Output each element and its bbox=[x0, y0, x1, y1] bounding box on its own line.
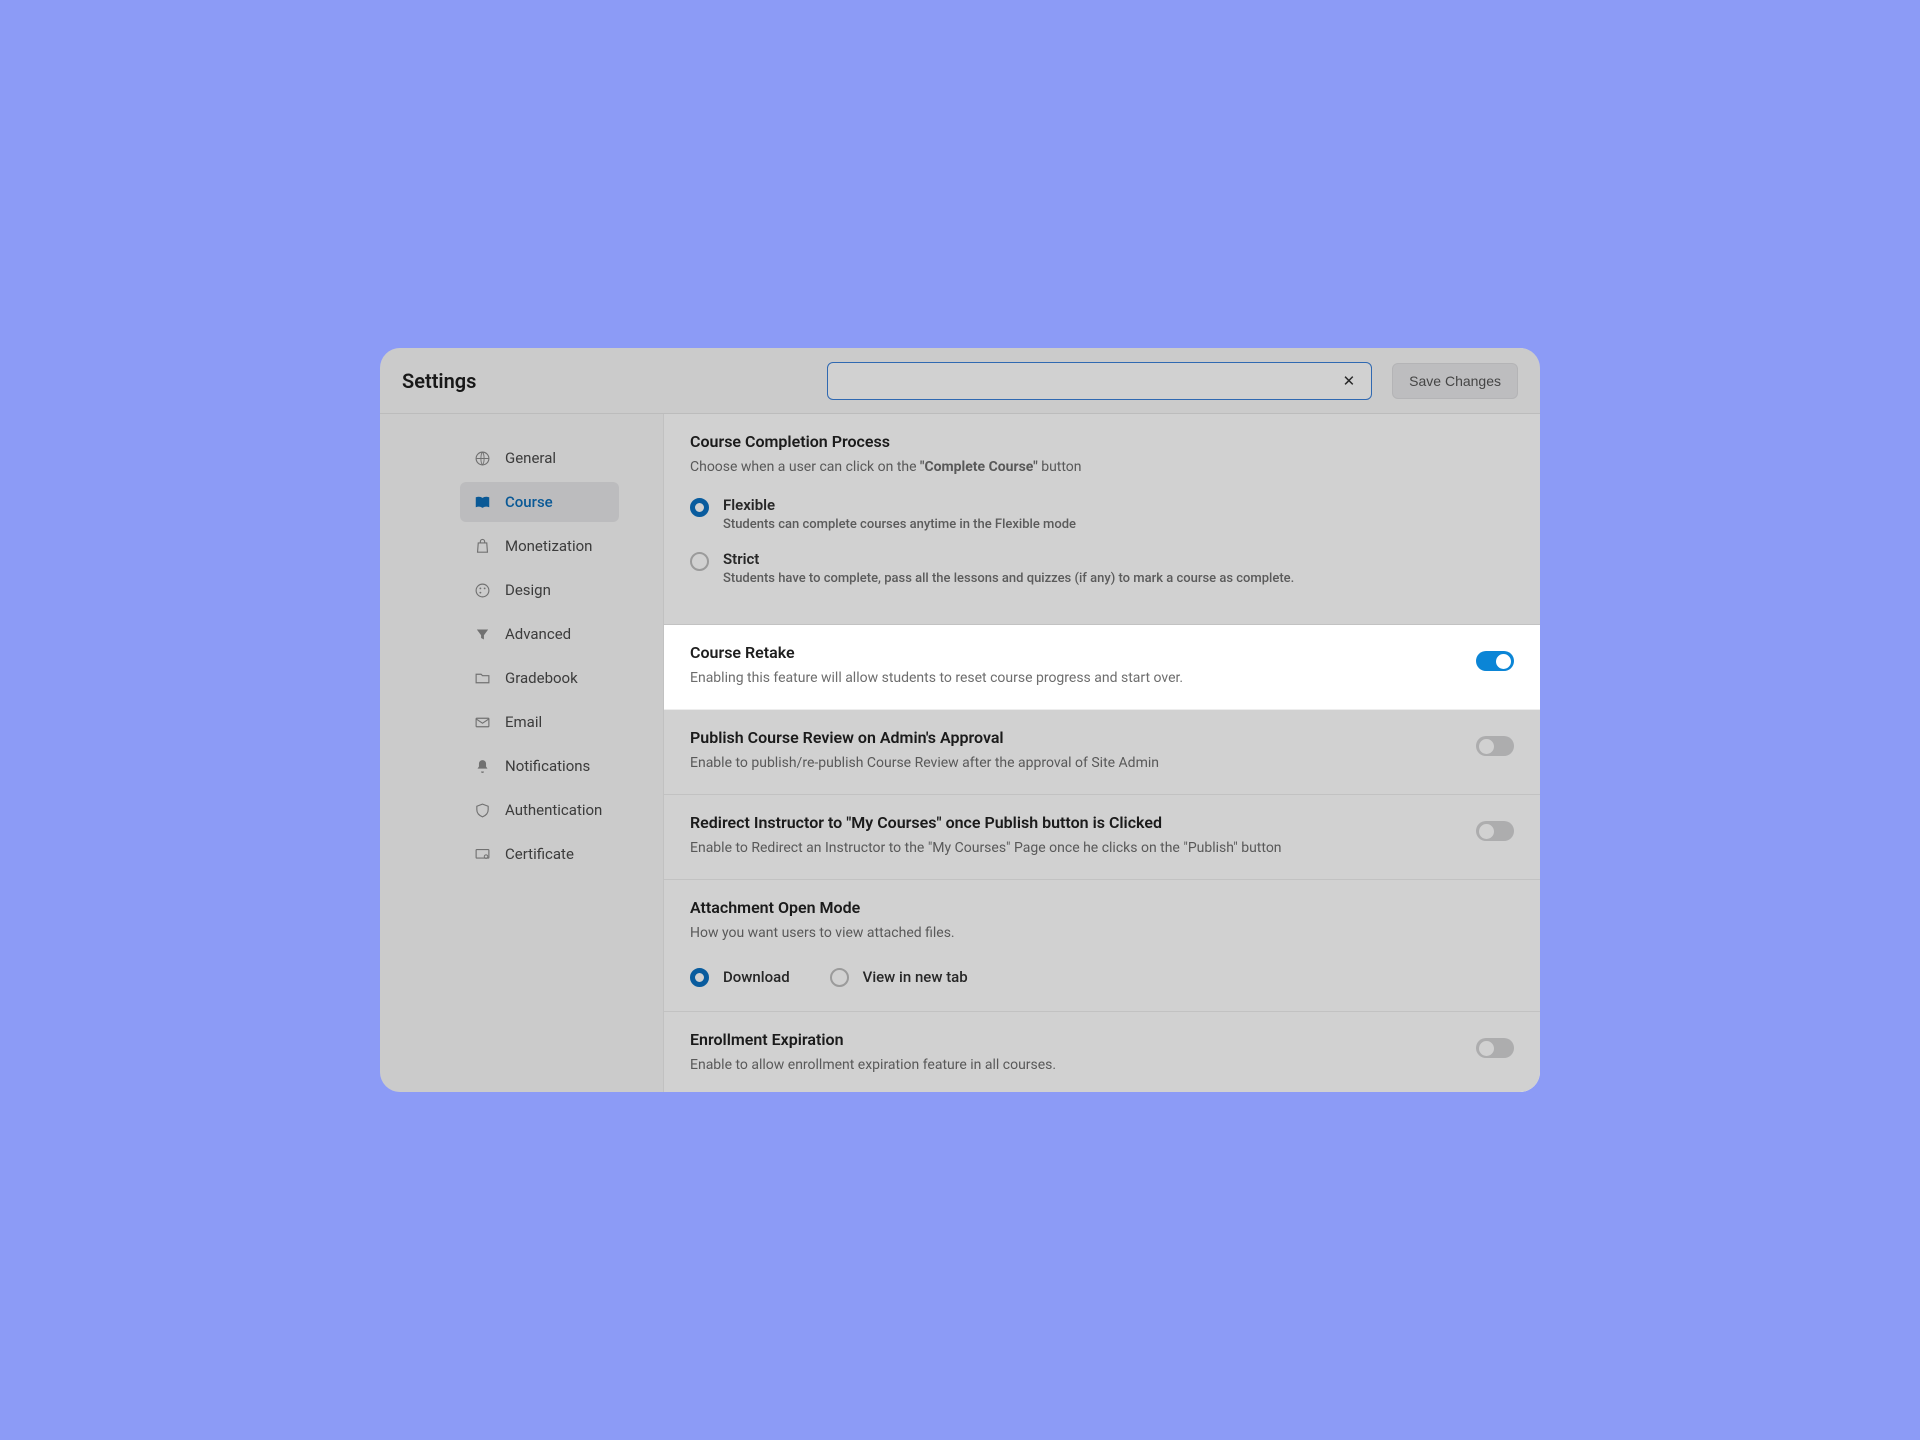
radio-flexible[interactable]: Flexible Students can complete courses a… bbox=[690, 496, 1514, 532]
sidebar-item-general[interactable]: General bbox=[460, 438, 619, 478]
sidebar-item-label: Email bbox=[505, 713, 542, 731]
sidebar-item-design[interactable]: Design bbox=[460, 570, 619, 610]
certificate-icon bbox=[474, 846, 491, 863]
sidebar-item-course[interactable]: Course bbox=[460, 482, 619, 522]
section-review: Publish Course Review on Admin's Approva… bbox=[664, 710, 1540, 795]
section-enroll: Enrollment Expiration Enable to allow en… bbox=[664, 1012, 1540, 1092]
palette-icon bbox=[474, 582, 491, 599]
toggle-enroll[interactable] bbox=[1476, 1038, 1514, 1058]
section-redirect: Redirect Instructor to "My Courses" once… bbox=[664, 795, 1540, 880]
radio-icon bbox=[690, 968, 709, 987]
sidebar-item-label: Authentication bbox=[505, 801, 602, 819]
radio-view-new-tab[interactable]: View in new tab bbox=[830, 966, 968, 987]
shield-icon bbox=[474, 802, 491, 819]
book-icon bbox=[474, 494, 491, 511]
sidebar-item-gradebook[interactable]: Gradebook bbox=[460, 658, 619, 698]
section-desc: Enable to Redirect an Instructor to the … bbox=[690, 838, 1456, 859]
section-title: Publish Course Review on Admin's Approva… bbox=[690, 728, 1456, 747]
sidebar-item-certificate[interactable]: Certificate bbox=[460, 834, 619, 874]
folder-icon bbox=[474, 670, 491, 687]
section-desc: Enable to allow enrollment expiration fe… bbox=[690, 1055, 1456, 1076]
sidebar-item-label: Notifications bbox=[505, 757, 590, 775]
section-title: Course Retake bbox=[690, 643, 1456, 662]
radio-strict[interactable]: Strict Students have to complete, pass a… bbox=[690, 550, 1514, 586]
section-desc: Enabling this feature will allow student… bbox=[690, 668, 1456, 689]
section-completion: Course Completion Process Choose when a … bbox=[664, 414, 1540, 625]
page-title: Settings bbox=[402, 369, 476, 393]
bell-icon bbox=[474, 758, 491, 775]
sidebar-item-label: Monetization bbox=[505, 537, 592, 555]
sidebar-item-label: Course bbox=[505, 493, 553, 511]
section-retake: Course Retake Enabling this feature will… bbox=[664, 625, 1540, 710]
header: Settings ✕ Save Changes bbox=[380, 348, 1540, 414]
section-title: Enrollment Expiration bbox=[690, 1030, 1456, 1049]
toggle-retake[interactable] bbox=[1476, 651, 1514, 671]
toggle-redirect[interactable] bbox=[1476, 821, 1514, 841]
search-input[interactable] bbox=[838, 373, 1336, 389]
section-desc: Enable to publish/re-publish Course Revi… bbox=[690, 753, 1456, 774]
sidebar-item-notifications[interactable]: Notifications bbox=[460, 746, 619, 786]
toggle-review[interactable] bbox=[1476, 736, 1514, 756]
sidebar-item-label: Certificate bbox=[505, 845, 574, 863]
filter-icon bbox=[474, 626, 491, 643]
mail-icon bbox=[474, 714, 491, 731]
sidebar-item-authentication[interactable]: Authentication bbox=[460, 790, 619, 830]
sidebar-item-advanced[interactable]: Advanced bbox=[460, 614, 619, 654]
radio-icon bbox=[690, 498, 709, 517]
section-attachment: Attachment Open Mode How you want users … bbox=[664, 880, 1540, 1012]
radio-icon bbox=[690, 552, 709, 571]
section-desc: Choose when a user can click on the "Com… bbox=[690, 457, 1514, 478]
search-box[interactable]: ✕ bbox=[827, 362, 1372, 400]
content: Course Completion Process Choose when a … bbox=[664, 414, 1540, 1092]
bag-icon bbox=[474, 538, 491, 555]
sidebar-item-label: Gradebook bbox=[505, 669, 578, 687]
radio-icon bbox=[830, 968, 849, 987]
globe-icon bbox=[474, 450, 491, 467]
sidebar-item-label: Design bbox=[505, 581, 551, 599]
sidebar: General Course Monetization Design bbox=[380, 414, 664, 1092]
close-icon[interactable]: ✕ bbox=[1337, 368, 1362, 394]
section-title: Attachment Open Mode bbox=[690, 898, 1514, 917]
section-title: Course Completion Process bbox=[690, 432, 1514, 451]
section-desc: How you want users to view attached file… bbox=[690, 923, 1514, 944]
section-title: Redirect Instructor to "My Courses" once… bbox=[690, 813, 1456, 832]
sidebar-item-label: Advanced bbox=[505, 625, 571, 643]
sidebar-item-label: General bbox=[505, 449, 556, 467]
sidebar-item-monetization[interactable]: Monetization bbox=[460, 526, 619, 566]
save-button[interactable]: Save Changes bbox=[1392, 363, 1518, 399]
sidebar-item-email[interactable]: Email bbox=[460, 702, 619, 742]
radio-download[interactable]: Download bbox=[690, 966, 790, 987]
